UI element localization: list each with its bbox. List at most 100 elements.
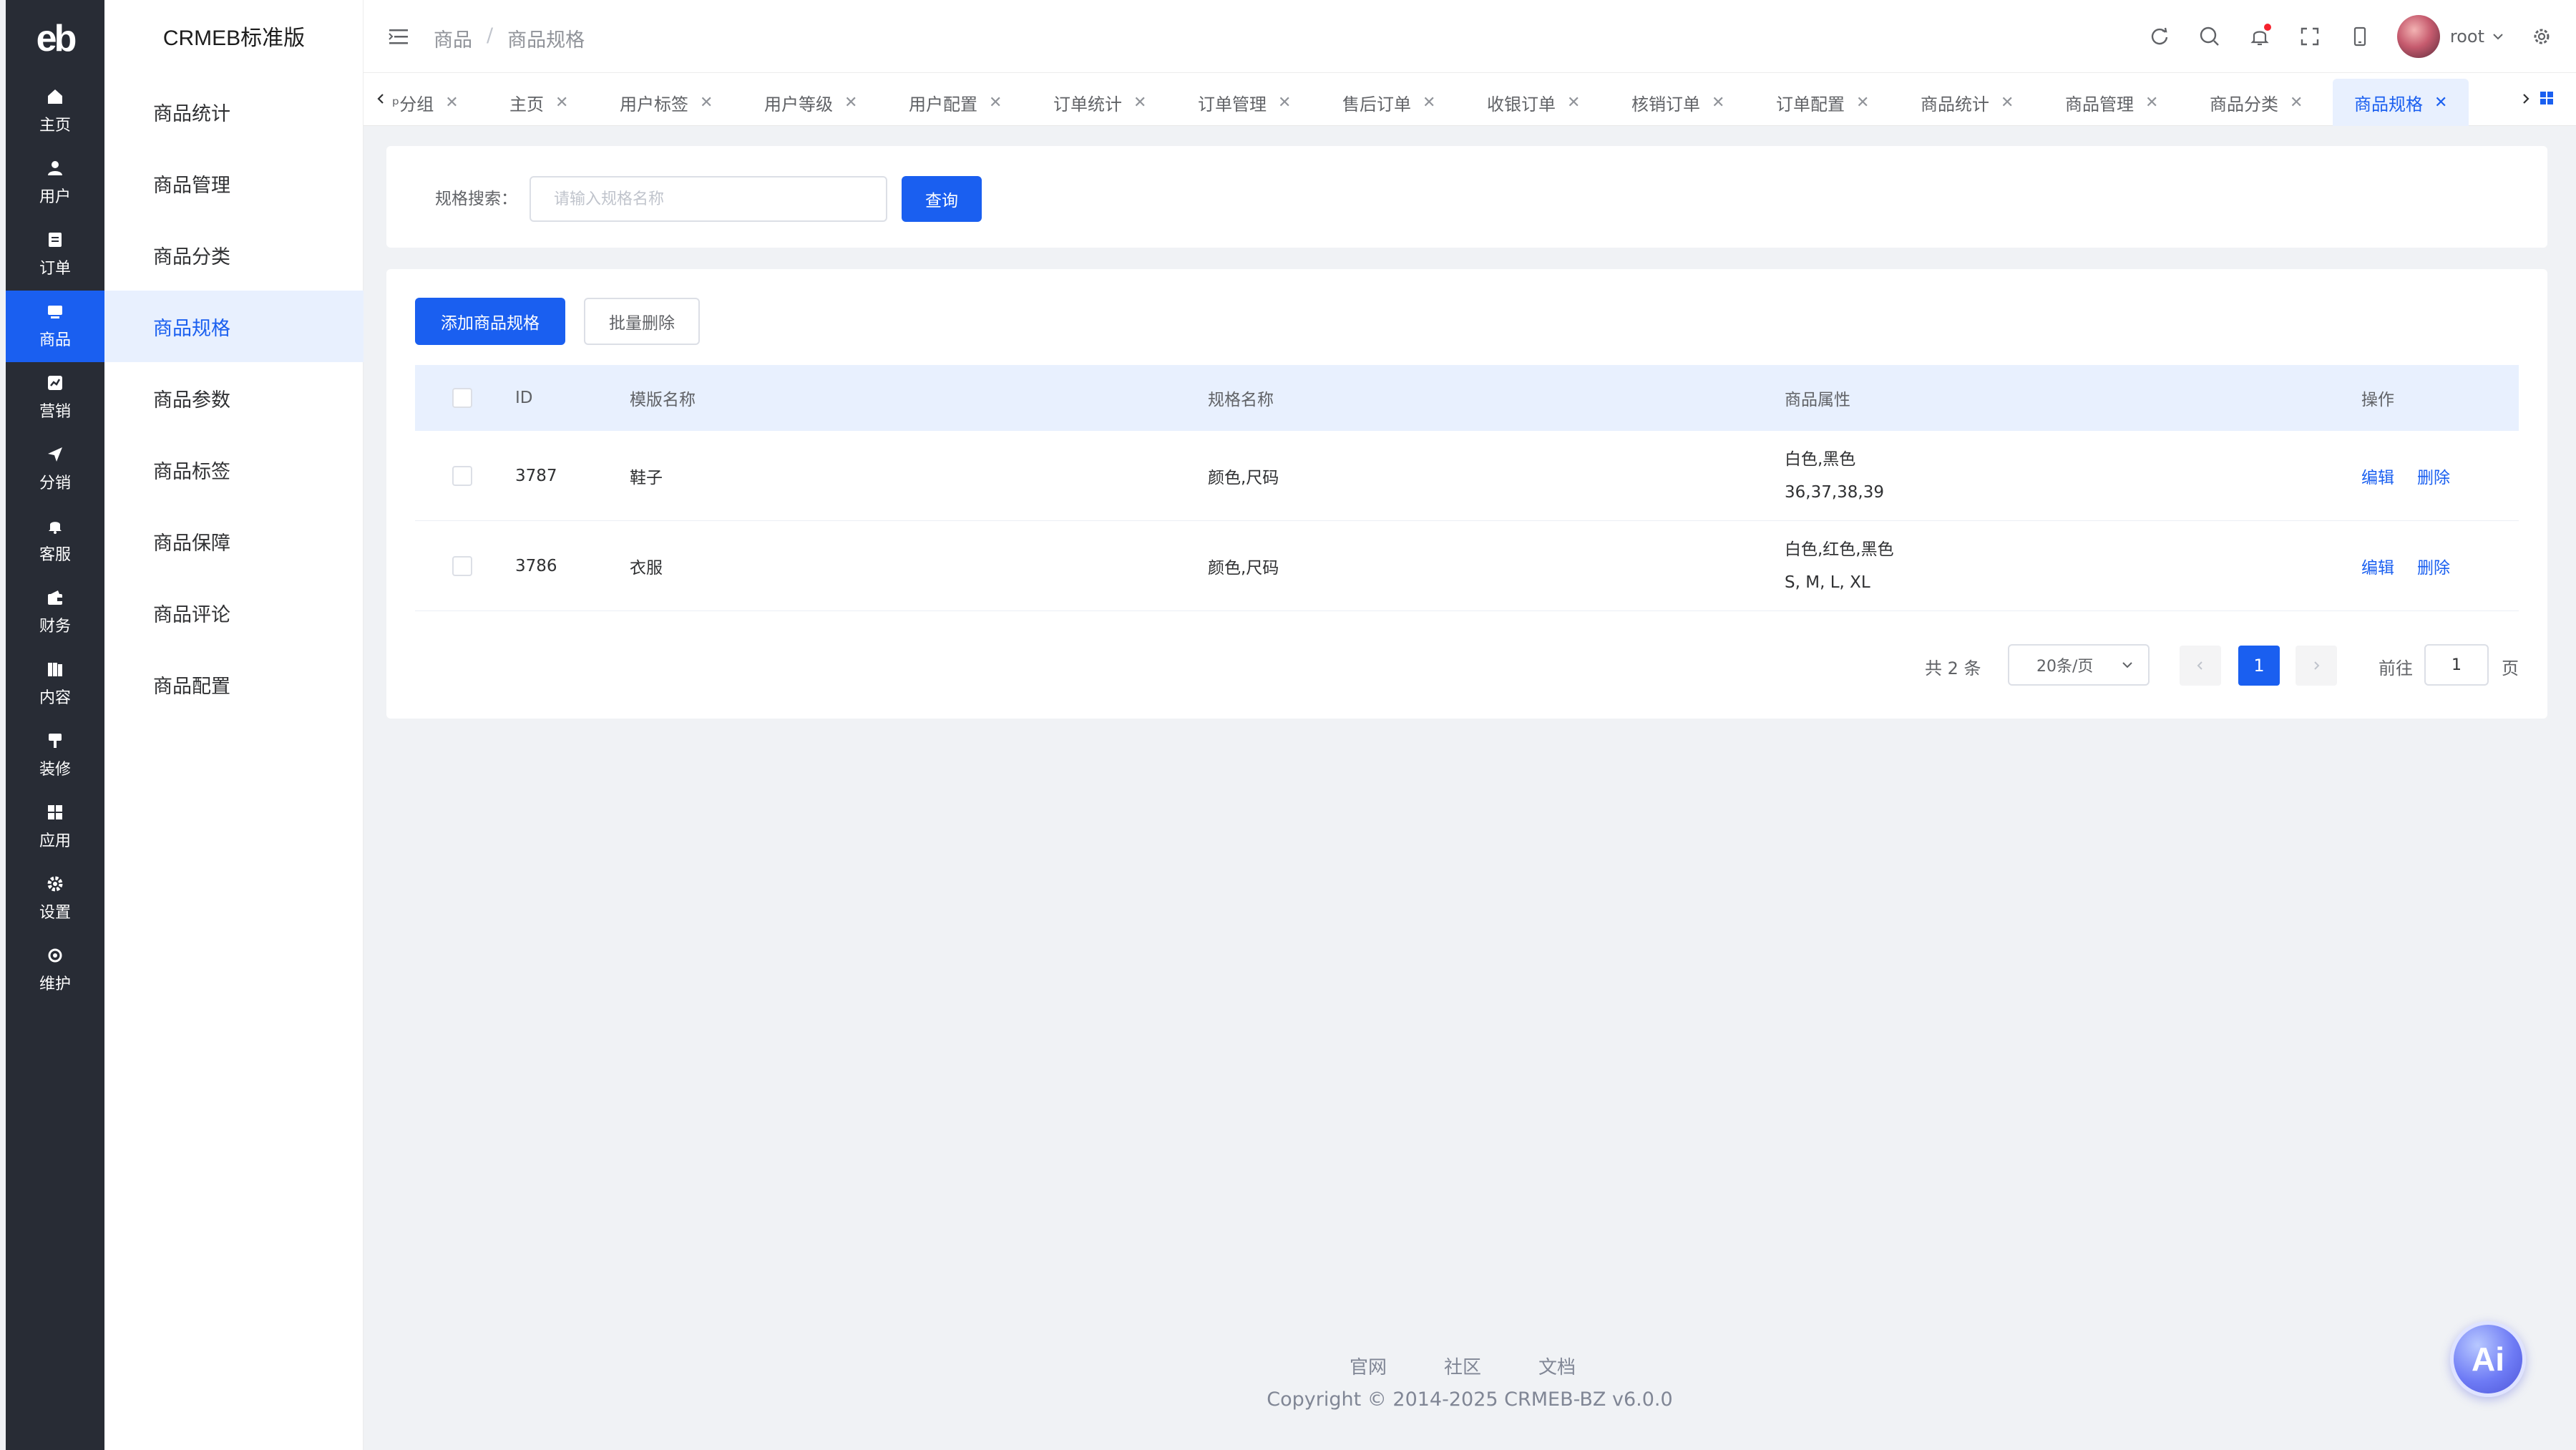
tab-order-stats[interactable]: 订单统计 ✕ <box>1053 79 1146 126</box>
sidebar-item-product-category[interactable]: 商品分类 <box>104 219 364 291</box>
tabs-scroll-right-icon[interactable] <box>2513 86 2539 112</box>
close-icon[interactable]: ✕ <box>1856 94 1869 112</box>
sidebar-item-product-manage[interactable]: 商品管理 <box>104 147 364 219</box>
tab-label: 主页 <box>509 94 544 115</box>
rail-item-finance[interactable]: 财务 <box>6 577 104 648</box>
tab-verify-orders[interactable]: 核销订单 ✕ <box>1631 79 1724 126</box>
rail-item-service[interactable]: 客服 <box>6 505 104 577</box>
copyright-text: Copyright © 2014-2025 CRMEB-BZ v6.0.0 <box>1267 1388 1673 1411</box>
close-icon[interactable]: ✕ <box>2434 94 2447 112</box>
sidebar-item-product-guarantee[interactable]: 商品保障 <box>104 505 364 577</box>
page-tabs-bar: ᵖ分组 ✕ 主页 ✕ 用户标签 ✕ 用户等级 ✕ 用户配置 ✕ 订单统计 ✕ 订单管理 ✕ 售… <box>364 73 2576 126</box>
tab-user-tags[interactable]: 用户标签 ✕ <box>620 79 713 126</box>
notification-bell-icon[interactable] <box>2247 24 2273 49</box>
sidebar-item-product-reviews[interactable]: 商品评论 <box>104 577 364 648</box>
select-all-checkbox[interactable] <box>452 388 472 408</box>
rail-item-marketing[interactable]: 营销 <box>6 362 104 434</box>
close-icon[interactable]: ✕ <box>700 94 713 112</box>
rail-item-decorate[interactable]: 装修 <box>6 720 104 792</box>
fullscreen-icon[interactable] <box>2297 24 2323 49</box>
goto-page-input[interactable] <box>2424 644 2489 686</box>
rail-item-content[interactable]: 内容 <box>6 648 104 720</box>
search-icon[interactable] <box>2197 24 2223 49</box>
tab-product-category[interactable]: 商品分类 ✕ <box>2210 79 2303 126</box>
refresh-icon[interactable] <box>2147 24 2172 49</box>
close-icon[interactable]: ✕ <box>2290 94 2303 112</box>
sidebar-item-product-spec[interactable]: 商品规格 <box>104 291 364 362</box>
rail-item-apps[interactable]: 应用 <box>6 792 104 863</box>
tab-order-manage[interactable]: 订单管理 ✕ <box>1198 79 1291 126</box>
close-icon[interactable]: ✕ <box>1423 94 1435 112</box>
next-page-button[interactable] <box>2296 646 2337 686</box>
rail-item-user[interactable]: 用户 <box>6 147 104 219</box>
add-spec-button[interactable]: 添加商品规格 <box>415 298 565 345</box>
delete-link[interactable]: 删除 <box>2417 464 2450 488</box>
rail-item-maintain[interactable]: 维护 <box>6 935 104 1006</box>
goto-label: 前往 <box>2379 658 2413 678</box>
tab-label: 售后订单 <box>1342 94 1411 115</box>
spec-search-input[interactable] <box>530 176 887 222</box>
tabs-scroll-left-icon[interactable] <box>368 86 394 112</box>
rail-item-product[interactable]: 商品 <box>6 291 104 362</box>
prev-page-button[interactable] <box>2180 646 2221 686</box>
footer-links: 官网 社区 文档 <box>1350 1353 1576 1379</box>
close-icon[interactable]: ✕ <box>2001 94 2014 112</box>
tabs-menu-grid-icon[interactable] <box>2536 87 2557 109</box>
close-icon[interactable]: ✕ <box>555 94 568 112</box>
attr-values: 36,37,38,39 <box>1785 482 1884 502</box>
batch-delete-button[interactable]: 批量删除 <box>584 298 700 345</box>
row-checkbox[interactable] <box>452 555 472 576</box>
row-checkbox[interactable] <box>452 465 472 486</box>
breadcrumb-item[interactable]: 商品 <box>434 24 472 52</box>
edit-link[interactable]: 编辑 <box>2361 554 2394 578</box>
edit-link[interactable]: 编辑 <box>2361 464 2394 488</box>
ai-assistant-button[interactable]: Ai <box>2450 1321 2526 1397</box>
column-header-template[interactable]: 模版名称 <box>630 365 696 431</box>
close-icon[interactable]: ✕ <box>445 94 458 112</box>
tab-home[interactable]: 主页 ✕ <box>509 79 568 126</box>
tab-user-config[interactable]: 用户配置 ✕ <box>909 79 1002 126</box>
sidebar-item-product-params[interactable]: 商品参数 <box>104 362 364 434</box>
tab-cashier-orders[interactable]: 收银订单 ✕ <box>1487 79 1580 126</box>
tab-order-config[interactable]: 订单配置 ✕ <box>1776 79 1869 126</box>
rail-item-distribution[interactable]: 分销 <box>6 434 104 505</box>
column-header-id[interactable]: ID <box>515 365 533 431</box>
column-header-attr[interactable]: 商品属性 <box>1785 365 1850 431</box>
user-avatar[interactable] <box>2396 15 2440 58</box>
rail-item-home[interactable]: 主页 <box>6 76 104 147</box>
tab-product-stats[interactable]: 商品统计 ✕ <box>1921 79 2014 126</box>
tab-group[interactable]: ᵖ分组 ✕ <box>392 79 459 126</box>
close-icon[interactable]: ✕ <box>1278 94 1291 112</box>
footer-link-official[interactable]: 官网 <box>1350 1353 1387 1379</box>
footer-link-community[interactable]: 社区 <box>1444 1353 1481 1379</box>
mobile-preview-icon[interactable] <box>2347 24 2373 49</box>
search-panel: 规格搜索： 查询 <box>386 146 2547 248</box>
tab-user-levels[interactable]: 用户等级 ✕ <box>764 79 857 126</box>
sidebar-item-product-tags[interactable]: 商品标签 <box>104 434 364 505</box>
brand-logo[interactable]: eb <box>6 17 104 60</box>
footer-link-docs[interactable]: 文档 <box>1538 1353 1576 1379</box>
tab-aftersale-orders[interactable]: 售后订单 ✕ <box>1342 79 1435 126</box>
rail-item-order[interactable]: 订单 <box>6 219 104 291</box>
tab-product-spec[interactable]: 商品规格 ✕ <box>2333 79 2469 126</box>
tab-product-manage[interactable]: 商品管理 ✕ <box>2065 79 2158 126</box>
page-size-select[interactable]: 20条/页 <box>2008 644 2150 686</box>
close-icon[interactable]: ✕ <box>1567 94 1580 112</box>
decorate-icon <box>47 732 64 749</box>
close-icon[interactable]: ✕ <box>1133 94 1146 112</box>
close-icon[interactable]: ✕ <box>2145 94 2158 112</box>
column-header-spec[interactable]: 规格名称 <box>1208 365 1274 431</box>
user-menu[interactable]: root <box>2450 26 2504 47</box>
rail-item-settings[interactable]: 设置 <box>6 863 104 935</box>
gear-icon[interactable] <box>2529 24 2555 49</box>
page-number-current[interactable]: 1 <box>2238 646 2280 686</box>
delete-link[interactable]: 删除 <box>2417 554 2450 578</box>
sidebar-item-product-stats[interactable]: 商品统计 <box>104 76 364 147</box>
close-icon[interactable]: ✕ <box>1712 94 1724 112</box>
close-icon[interactable]: ✕ <box>989 94 1002 112</box>
sidebar-item-product-config[interactable]: 商品配置 <box>104 648 364 720</box>
menu-toggle-icon[interactable] <box>388 26 409 47</box>
query-button[interactable]: 查询 <box>902 176 982 222</box>
tab-label: 订单管理 <box>1198 94 1267 115</box>
close-icon[interactable]: ✕ <box>844 94 857 112</box>
